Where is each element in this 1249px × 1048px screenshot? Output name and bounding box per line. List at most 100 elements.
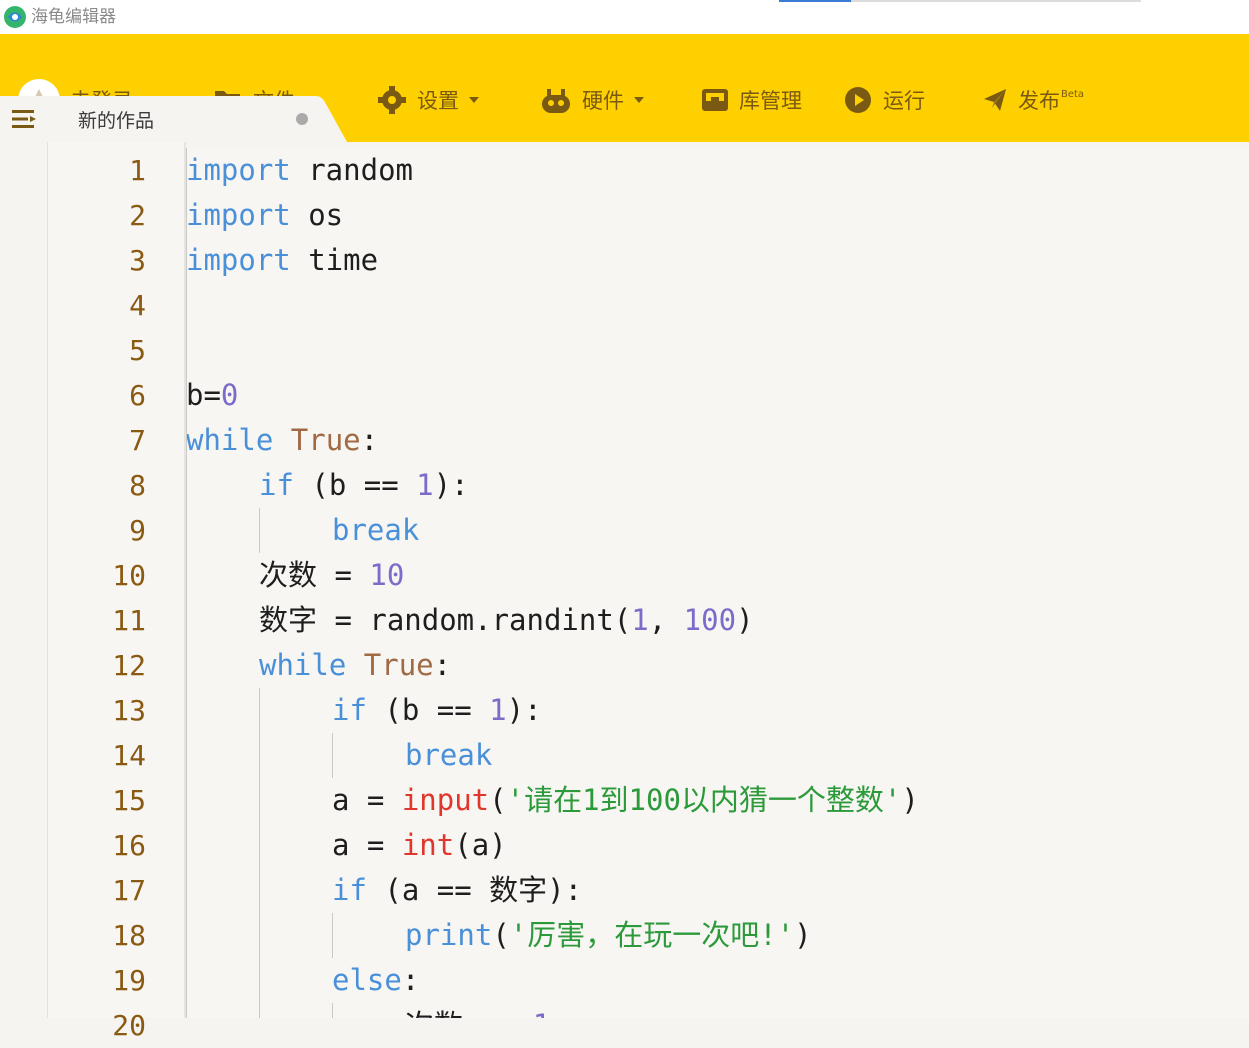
run-button[interactable]: 运行 (843, 78, 925, 122)
line-number: 12 (112, 649, 146, 682)
line-number: 5 (129, 334, 146, 367)
code-line: 次数 = 10 (259, 553, 404, 598)
code-token: else (332, 963, 402, 997)
code-editor[interactable]: import random import os import time b=0 whil… (186, 148, 1249, 1018)
code-token: 1 (489, 693, 507, 727)
settings-menu[interactable]: 设置 (377, 78, 479, 122)
code-token: 0 (220, 378, 239, 412)
gear-icon (378, 86, 406, 114)
code-token: if (259, 468, 294, 502)
library-button[interactable]: 库管理 (701, 78, 802, 122)
code-token: int (401, 828, 455, 862)
menu-lines-icon (12, 110, 36, 128)
indent-guide (186, 148, 187, 1018)
code-token: 100 (683, 603, 737, 637)
run-button-label: 运行 (883, 89, 925, 113)
code-token: : (360, 423, 379, 457)
code-token: : (433, 648, 452, 682)
hardware-menu-label: 硬件 (582, 89, 624, 113)
code-line: b=0 (186, 373, 238, 418)
sidebar-toggle-button[interactable] (0, 96, 48, 142)
line-number: 15 (112, 784, 146, 817)
code-token: 1 (631, 603, 649, 637)
line-number: 19 (112, 964, 146, 997)
line-number: 6 (129, 379, 146, 412)
hardware-menu[interactable]: 硬件 (540, 78, 644, 122)
code-line: break (405, 733, 492, 778)
line-number: 14 (112, 739, 146, 772)
code-token: time (290, 243, 379, 277)
code-token: import (186, 198, 291, 232)
code-line: if (b == 1): (259, 463, 469, 508)
publish-button[interactable]: 发布 Beta (982, 78, 1084, 122)
code-line: break (332, 508, 419, 553)
line-number: 8 (129, 469, 146, 502)
code-token: if (332, 873, 367, 907)
code-token: ( (489, 783, 507, 817)
code-token: '请在1到100以内猜一个整数' (506, 783, 902, 817)
code-line: a = int(a) (332, 823, 507, 868)
code-token: b= (186, 378, 221, 412)
tab-new-work[interactable]: 新的作品 (48, 96, 348, 142)
code-token: (a == 数字): (366, 873, 583, 907)
chevron-down-icon (634, 97, 644, 103)
line-number: 16 (112, 829, 146, 862)
code-token: while (186, 423, 274, 457)
code-token: 1 (533, 1008, 550, 1018)
code-token: a = (332, 783, 402, 817)
code-token: 次数 = (259, 558, 370, 592)
line-number: 20 (112, 1009, 146, 1042)
line-number: 13 (112, 694, 146, 727)
line-number: 4 (129, 289, 146, 322)
indent-guide (259, 688, 260, 1018)
library-box-icon (702, 89, 728, 111)
indent-guide (332, 913, 333, 958)
code-token: ) (901, 783, 919, 817)
code-token: 次数 -= (405, 1008, 533, 1018)
chevron-down-icon (469, 97, 479, 103)
code-token: True (363, 648, 434, 682)
code-token: 数字 = random.randint( (259, 603, 632, 637)
settings-menu-label: 设置 (417, 89, 459, 113)
line-number-gutter: 1 2 3 4 5 6 7 8 9 10 11 12 13 14 15 16 17 18 19 20 (48, 142, 184, 1042)
robot-icon (542, 89, 570, 113)
code-line: 次数 -= 1 (405, 1003, 550, 1018)
line-number: 1 (129, 154, 146, 187)
library-button-label: 库管理 (739, 89, 802, 113)
code-token: while (259, 648, 347, 682)
code-token: if (332, 693, 367, 727)
code-token: random (290, 153, 413, 187)
line-number: 7 (129, 424, 146, 457)
code-line: import os (186, 193, 343, 238)
code-token: : (401, 963, 420, 997)
line-number: 9 (129, 514, 146, 547)
code-token: (a) (454, 828, 507, 862)
code-token: True (290, 423, 361, 457)
indent-guide (332, 733, 333, 778)
paper-plane-icon (984, 89, 1006, 111)
code-line: if (b == 1): (332, 688, 542, 733)
line-number: 11 (112, 604, 146, 637)
code-line: while True: (186, 418, 378, 463)
publish-button-label: 发布 (1018, 89, 1060, 113)
code-line: import time (186, 238, 378, 283)
code-token: '厉害，在玩一次吧!' (509, 918, 795, 952)
code-token: 10 (369, 558, 405, 592)
beta-badge: Beta (1061, 88, 1085, 100)
window-tab-active-indicator (779, 0, 851, 2)
sidebar-strip (0, 142, 48, 1018)
code-token: print (405, 918, 493, 952)
code-token: , (648, 603, 684, 637)
turtle-app-icon (4, 6, 26, 28)
code-token: break (405, 738, 493, 772)
code-token: a = (332, 828, 402, 862)
code-line: import random (186, 148, 413, 193)
code-token: os (290, 198, 344, 232)
line-number: 17 (112, 874, 146, 907)
code-token: ): (506, 693, 542, 727)
indent-guide (259, 508, 260, 553)
title-bar: 海龟编辑器 (0, 0, 1249, 34)
play-icon (845, 87, 871, 113)
